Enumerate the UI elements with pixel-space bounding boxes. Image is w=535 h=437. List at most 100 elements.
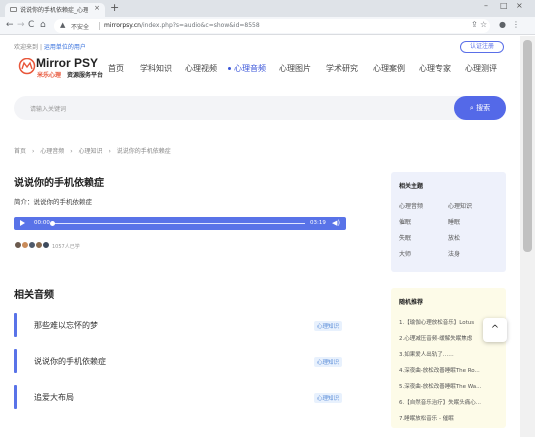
audio-player: 00:00 03:19 ◀)	[14, 217, 346, 230]
nav-psych-video[interactable]: 心理视频	[185, 63, 217, 74]
welcome-divider: |	[39, 44, 42, 51]
search-button-label: 搜索	[476, 104, 491, 112]
minimize-button[interactable]: –	[484, 1, 488, 10]
forward-icon[interactable]: →	[17, 20, 25, 31]
org-user-link[interactable]: 运用单位的用户	[44, 44, 86, 51]
list-item-title[interactable]: 那些难以忘怀的梦	[34, 320, 98, 331]
nav-home[interactable]: 首页	[108, 63, 124, 74]
recommend-item[interactable]: 3.如果爱人出轨了……	[399, 350, 493, 358]
nav-research[interactable]: 学术研究	[326, 63, 358, 74]
list-item-accent	[14, 313, 17, 337]
browser-tab-bar: 说说你的手机依赖症_心理知识 × + – □ ×	[0, 0, 535, 17]
star-icon[interactable]: ☆	[480, 20, 487, 29]
duration: 03:19	[310, 220, 326, 226]
logo-subtitle-brand: 米乐心理	[37, 72, 62, 79]
warning-triangle-icon[interactable]: ▲	[60, 21, 65, 29]
more-icon[interactable]: ⋮	[512, 20, 520, 29]
nav-psych-audio[interactable]: 心理音频	[228, 63, 266, 74]
browser-tab[interactable]: 说说你的手机依赖症_心理知识 ×	[5, 3, 105, 17]
welcome-bar: 欢迎来到 | 运用单位的用户	[14, 42, 86, 51]
auth-register-button[interactable]: 认证注册	[460, 41, 504, 53]
search-button[interactable]: ⌕ 搜索	[454, 96, 506, 120]
recommend-heading: 随机推荐	[399, 299, 424, 306]
logo-name[interactable]: Mirror PSY	[36, 56, 98, 70]
breadcrumb-separator: ›	[70, 148, 73, 155]
security-label[interactable]: 不安全	[71, 22, 89, 31]
topic-tag[interactable]: 心理音频	[399, 201, 423, 210]
listener-count: 1057人已学	[52, 244, 80, 250]
home-icon[interactable]: ⌂	[40, 20, 46, 31]
url-text[interactable]: mirrorpsy.cn/index.php?s=audio&c=show&id…	[104, 22, 260, 29]
address-bar-row: ← → C ⌂ ▲ 不安全 mirrorpsy.cn/index.php?s=a…	[0, 17, 535, 35]
recommend-item[interactable]: 1.【瑜伽心理放松音乐】Lotus	[399, 318, 493, 326]
list-item-tag[interactable]: 心理知识	[314, 357, 343, 367]
search-placeholder: 请输入关键词	[30, 106, 67, 113]
tab-title: 说说你的手机依赖症_心理知识	[20, 7, 88, 14]
list-item[interactable]: 那些难以忘怀的梦 心理知识	[14, 313, 346, 337]
topic-tag[interactable]: 心理知识	[448, 201, 472, 210]
current-time: 00:00	[34, 220, 50, 226]
list-item-accent	[14, 349, 17, 373]
recommend-item[interactable]: 6.【自然音乐治疗】失眠头痛心...	[399, 398, 493, 406]
play-icon[interactable]	[20, 220, 25, 226]
nav-assessment[interactable]: 心理测评	[465, 63, 497, 74]
maximize-button[interactable]: □	[500, 1, 508, 10]
logo-mark-icon[interactable]	[18, 58, 36, 75]
share-icon[interactable]: ⇪	[471, 20, 478, 29]
recommend-item[interactable]: 4.深夜曲-放松改善睡眠The Ro...	[399, 366, 493, 374]
search-input[interactable]: 请输入关键词	[14, 96, 506, 120]
nav-subject-knowledge[interactable]: 学科知识	[140, 63, 172, 74]
url-divider	[99, 22, 100, 30]
breadcrumb-home[interactable]: 首页	[14, 148, 26, 155]
breadcrumb-separator: ›	[31, 148, 35, 155]
avatar	[42, 241, 50, 249]
topic-tag[interactable]: 睡眠	[448, 217, 460, 226]
article-intro: 简介：说说你的手机依赖症	[14, 198, 92, 206]
list-item-accent	[14, 385, 17, 409]
topic-tag[interactable]: 大师	[399, 249, 411, 258]
list-item-title[interactable]: 说说你的手机依赖症	[34, 356, 106, 367]
volume-icon[interactable]: ◀)	[332, 219, 340, 227]
url-host: mirrorpsy.cn	[104, 22, 141, 29]
logo-subtitle-platform: 资源服务平台	[67, 72, 104, 79]
tab-close-icon[interactable]: ×	[94, 4, 100, 12]
random-recommend-panel: 随机推荐 1.【瑜伽心理放松音乐】Lotus 2.心理减压音频-缓解失眠焦虑 3…	[391, 288, 506, 428]
active-dot	[228, 67, 231, 70]
url-field[interactable]: ▲ 不安全 mirrorpsy.cn/index.php?s=audio&c=s…	[54, 19, 490, 33]
topic-tag[interactable]: 失眠	[399, 233, 411, 242]
reload-icon[interactable]: C	[28, 20, 34, 31]
nav-psych-images[interactable]: 心理图片	[279, 63, 311, 74]
topic-tag[interactable]: 放松	[448, 233, 460, 242]
topic-tag[interactable]: 催眠	[399, 217, 411, 226]
seek-handle[interactable]	[50, 221, 55, 226]
list-item[interactable]: 说说你的手机依赖症 心理知识	[14, 349, 346, 373]
nav-psych-audio-label: 心理音频	[234, 64, 266, 73]
nav-experts[interactable]: 心理专家	[419, 63, 451, 74]
breadcrumb-separator: ›	[108, 148, 111, 155]
list-item-tag[interactable]: 心理知识	[314, 393, 343, 403]
seek-track[interactable]	[51, 223, 305, 224]
page-favicon-icon	[10, 7, 17, 12]
recommend-item[interactable]: 7.睡眠放松音乐 - 催眠	[399, 414, 493, 422]
list-item-tag[interactable]: 心理知识	[314, 321, 343, 331]
nav-cases[interactable]: 心理案例	[373, 63, 405, 74]
related-topics-heading: 相关主题	[399, 183, 424, 190]
close-window-button[interactable]: ×	[516, 1, 523, 10]
recommend-item[interactable]: 2.心理减压音频-缓解失眠焦虑	[399, 334, 493, 342]
related-heading: 相关音频	[14, 290, 54, 301]
related-topics-panel: 相关主题 心理音频 心理知识 催眠 睡眠 失眠 放松 大师 法身	[391, 172, 506, 272]
scrollbar-thumb[interactable]	[523, 40, 532, 252]
breadcrumb-knowledge[interactable]: 心理知识	[79, 148, 103, 155]
profile-icon[interactable]: ●	[499, 20, 506, 29]
back-icon[interactable]: ←	[6, 20, 14, 31]
url-path: /index.php?s=audio&c=show&id=8558	[140, 22, 260, 29]
topic-tag[interactable]: 法身	[448, 249, 460, 258]
back-to-top-button[interactable]: ^	[483, 318, 507, 342]
search-icon: ⌕	[469, 104, 474, 112]
recommend-item[interactable]: 5.深夜曲-放松改善睡眠The Wa...	[399, 382, 493, 390]
list-item-title[interactable]: 追爱大布局	[34, 392, 74, 403]
page-title: 说说你的手机依赖症	[14, 178, 104, 189]
breadcrumb-audio[interactable]: 心理音频	[40, 148, 64, 155]
new-tab-button[interactable]: +	[110, 2, 119, 14]
list-item[interactable]: 追爱大布局 心理知识	[14, 385, 346, 409]
